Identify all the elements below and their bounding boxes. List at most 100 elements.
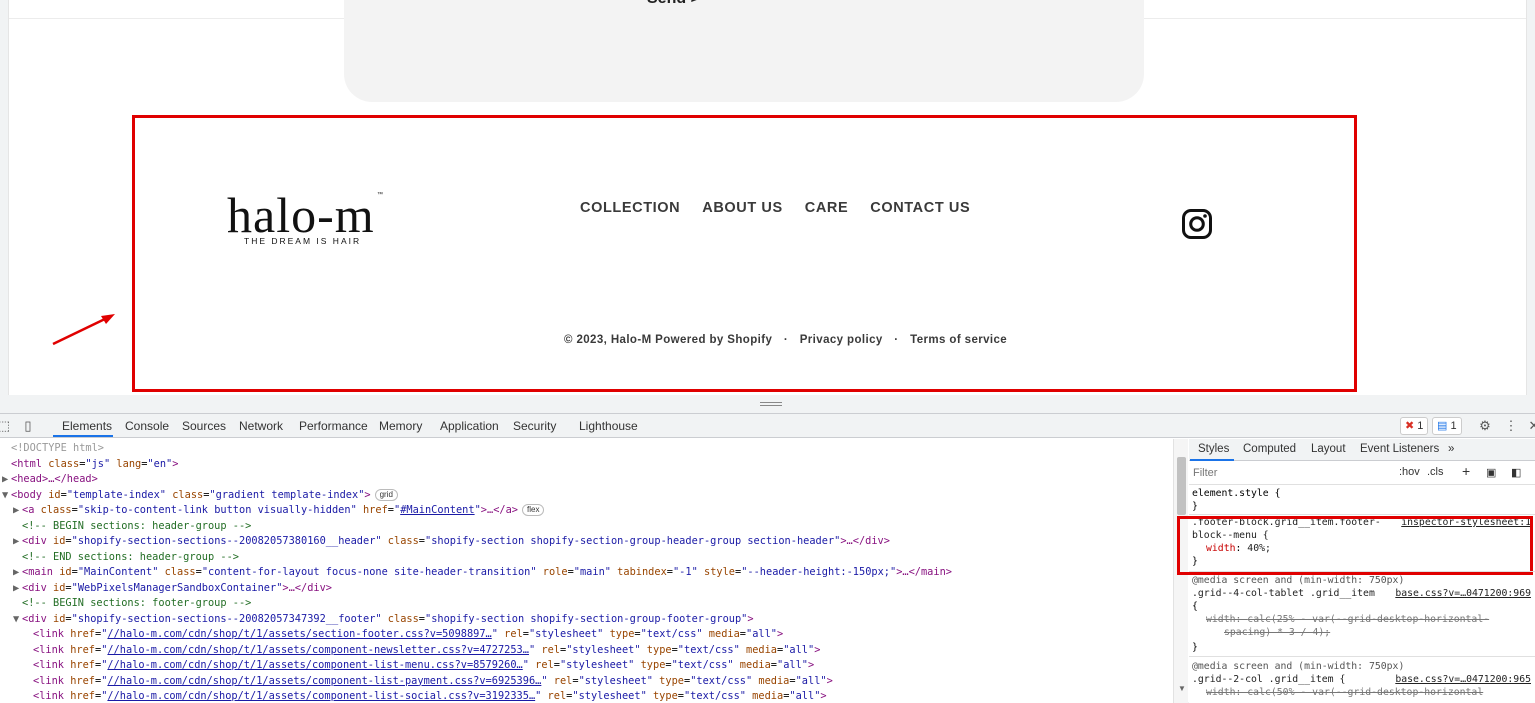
rule-source-link[interactable]: base.css?v=…0471200:965 bbox=[1395, 673, 1531, 686]
tab-performance[interactable]: Performance bbox=[299, 419, 368, 433]
rule-divider bbox=[1189, 571, 1535, 572]
copyright-text: © 2023, Halo-M Powered by Shopify bbox=[564, 334, 773, 346]
dom-node-line[interactable]: ▼ <div id="shopify-section-sections--2008… bbox=[13, 612, 754, 628]
newsletter-card: Send > bbox=[344, 0, 1144, 102]
footer-highlight-box: halo-m ™ THE DREAM IS HAIR COLLECTION AB… bbox=[132, 115, 1357, 392]
dom-node-line[interactable]: ▶ <div id="shopify-section-sections--2008… bbox=[13, 534, 890, 550]
tab-memory[interactable]: Memory bbox=[379, 419, 422, 433]
dom-node-line[interactable]: <link href="//halo-m.com/cdn/shop/t/1/as… bbox=[24, 689, 827, 703]
annotation-arrow bbox=[52, 314, 115, 346]
more-tabs-icon[interactable]: » bbox=[1448, 443, 1454, 455]
overridden-declaration[interactable]: width: calc(50% - var(--grid-desktop-hor… bbox=[1206, 686, 1483, 699]
footer-link-collection[interactable]: COLLECTION bbox=[580, 200, 680, 216]
device-toolbar-icon[interactable]: ▯ bbox=[20, 418, 36, 434]
tab-console[interactable]: Console bbox=[125, 419, 169, 433]
devtools-panel: ⬚ ▯ Elements Console Sources Network Per… bbox=[0, 413, 1535, 703]
dom-node-line[interactable]: <link href="//halo-m.com/cdn/shop/t/1/as… bbox=[24, 627, 783, 643]
instagram-icon[interactable] bbox=[1181, 208, 1213, 240]
terms-of-service-link[interactable]: Terms of service bbox=[910, 334, 1007, 346]
footer-menu: COLLECTION ABOUT US CARE CONTACT US bbox=[580, 200, 992, 216]
expand-toggle-icon[interactable]: ▼ bbox=[2, 488, 11, 504]
tab-sources[interactable]: Sources bbox=[182, 419, 226, 433]
expand-toggle-icon[interactable]: ▶ bbox=[13, 581, 22, 597]
scroll-thumb[interactable] bbox=[1177, 457, 1186, 515]
active-tab-indicator bbox=[53, 435, 113, 437]
tab-elements[interactable]: Elements bbox=[62, 419, 112, 433]
rule-divider bbox=[1189, 514, 1535, 515]
sidebar-toggle-icon[interactable]: ◧ bbox=[1511, 466, 1521, 479]
footer-link-contact-us[interactable]: CONTACT US bbox=[870, 200, 970, 216]
inspect-element-icon[interactable]: ⬚ bbox=[0, 418, 12, 434]
dom-node-line[interactable]: <html class="js" lang="en"> bbox=[2, 457, 178, 473]
scroll-down-icon[interactable]: ▼ bbox=[1178, 684, 1186, 693]
hover-state-toggle[interactable]: :hov bbox=[1399, 466, 1420, 478]
logo-tagline: THE DREAM IS HAIR bbox=[244, 236, 362, 246]
property-value: calc(25% - var(--grid-desktop-horizontal… bbox=[1247, 614, 1490, 625]
devtools-resize-handle[interactable] bbox=[0, 395, 1535, 413]
footer-link-care[interactable]: CARE bbox=[805, 200, 849, 216]
gear-icon[interactable]: ⚙ bbox=[1477, 418, 1493, 434]
media-query: @media screen and (min-width: 750px) bbox=[1192, 661, 1405, 672]
logo-trademark: ™ bbox=[377, 192, 383, 198]
layout-badge[interactable]: flex bbox=[522, 504, 545, 516]
dom-node-line[interactable]: <!-- BEGIN sections: footer-group --> bbox=[13, 596, 251, 612]
dom-node-line[interactable]: <link href="//halo-m.com/cdn/shop/t/1/as… bbox=[24, 643, 820, 659]
expand-toggle-icon[interactable]: ▶ bbox=[2, 472, 11, 488]
error-count: 1 bbox=[1417, 420, 1424, 432]
rule-source-link[interactable]: base.css?v=…0471200:969 bbox=[1395, 587, 1531, 600]
new-rule-icon[interactable]: + bbox=[1462, 463, 1470, 479]
tab-event-listeners[interactable]: Event Listeners bbox=[1360, 443, 1439, 455]
error-badge[interactable]: ✖ 1 bbox=[1400, 417, 1429, 435]
privacy-policy-link[interactable]: Privacy policy bbox=[800, 334, 883, 346]
styles-filter-row: :hov .cls + ▣ ◧ bbox=[1189, 461, 1535, 485]
separator-dot: · bbox=[783, 334, 789, 346]
expand-toggle-icon[interactable]: ▼ bbox=[13, 612, 22, 628]
dom-node-line[interactable]: ▶ <main id="MainContent" class="content-f… bbox=[13, 565, 952, 581]
dom-node-line[interactable]: <link href="//halo-m.com/cdn/shop/t/1/as… bbox=[24, 658, 814, 674]
dom-node-line[interactable]: <!-- END sections: header-group --> bbox=[13, 550, 239, 566]
dom-node-line[interactable]: <!-- BEGIN sections: header-group --> bbox=[13, 519, 251, 535]
paint-icon[interactable]: ▣ bbox=[1486, 466, 1496, 479]
layout-badge[interactable]: grid bbox=[374, 488, 398, 501]
property-value-continued: spacing) * 3 / 4); bbox=[1224, 627, 1331, 638]
rule-selector: .grid--4-col-tablet .grid__item bbox=[1192, 588, 1375, 599]
overridden-declaration[interactable]: width: calc(25% - var(--grid-desktop-hor… bbox=[1206, 613, 1489, 626]
dom-node-line[interactable]: ▶ <a class="skip-to-content-link button v… bbox=[13, 503, 545, 519]
styles-sidebar: Styles Computed Layout Event Listeners »… bbox=[1177, 439, 1535, 703]
expand-toggle-icon[interactable]: ▶ bbox=[13, 565, 22, 581]
media-query: @media screen and (min-width: 750px) bbox=[1192, 575, 1405, 586]
close-icon[interactable]: ✕ bbox=[1526, 418, 1535, 434]
copyright-row: © 2023, Halo-M Powered by Shopify · Priv… bbox=[564, 334, 1007, 346]
grip-icon bbox=[760, 402, 782, 406]
rule-divider bbox=[1189, 656, 1535, 657]
tab-application[interactable]: Application bbox=[440, 419, 499, 433]
dom-node-line[interactable]: <!DOCTYPE html> bbox=[2, 441, 104, 457]
web-page: Send > halo-m ™ THE DREAM IS HAIR COLLEC… bbox=[8, 0, 1527, 395]
tab-lighthouse[interactable]: Lighthouse bbox=[579, 419, 638, 433]
tab-styles[interactable]: Styles bbox=[1198, 443, 1229, 455]
tab-security[interactable]: Security bbox=[513, 419, 556, 433]
elements-tree: <!DOCTYPE html> <html class="js" lang="en… bbox=[0, 439, 1173, 703]
send-button[interactable]: Send > bbox=[647, 0, 700, 8]
dom-node-line[interactable]: ▼ <body id="template-index" class="gradie… bbox=[2, 488, 398, 504]
styles-filter-input[interactable] bbox=[1193, 464, 1383, 481]
tab-computed[interactable]: Computed bbox=[1243, 443, 1296, 455]
expand-toggle-icon[interactable]: ▶ bbox=[13, 534, 22, 550]
more-options-icon[interactable]: ⋮ bbox=[1503, 418, 1519, 434]
styles-tab-bar: Styles Computed Layout Event Listeners » bbox=[1189, 439, 1535, 461]
dom-node-line[interactable]: ▶ <div id="WebPixelsManagerSandboxContain… bbox=[13, 581, 332, 597]
footer-link-about-us[interactable]: ABOUT US bbox=[702, 200, 783, 216]
class-toggle[interactable]: .cls bbox=[1427, 466, 1444, 478]
devtools-tab-bar: ⬚ ▯ Elements Console Sources Network Per… bbox=[0, 414, 1535, 438]
dom-node-line[interactable]: <link href="//halo-m.com/cdn/shop/t/1/as… bbox=[24, 674, 833, 690]
rule-selector: .grid--2-col .grid__item { bbox=[1192, 674, 1346, 685]
logo[interactable]: halo-m ™ THE DREAM IS HAIR bbox=[227, 190, 387, 250]
dom-node-line[interactable]: ▶ <head>…</head> bbox=[2, 472, 98, 488]
rule-highlight-box bbox=[1177, 516, 1533, 575]
tab-network[interactable]: Network bbox=[239, 419, 283, 433]
message-badge[interactable]: ▤ 1 bbox=[1432, 417, 1462, 435]
tab-layout[interactable]: Layout bbox=[1311, 443, 1346, 455]
property-name: width bbox=[1206, 614, 1236, 625]
message-count: 1 bbox=[1450, 420, 1457, 432]
expand-toggle-icon[interactable]: ▶ bbox=[13, 503, 22, 519]
